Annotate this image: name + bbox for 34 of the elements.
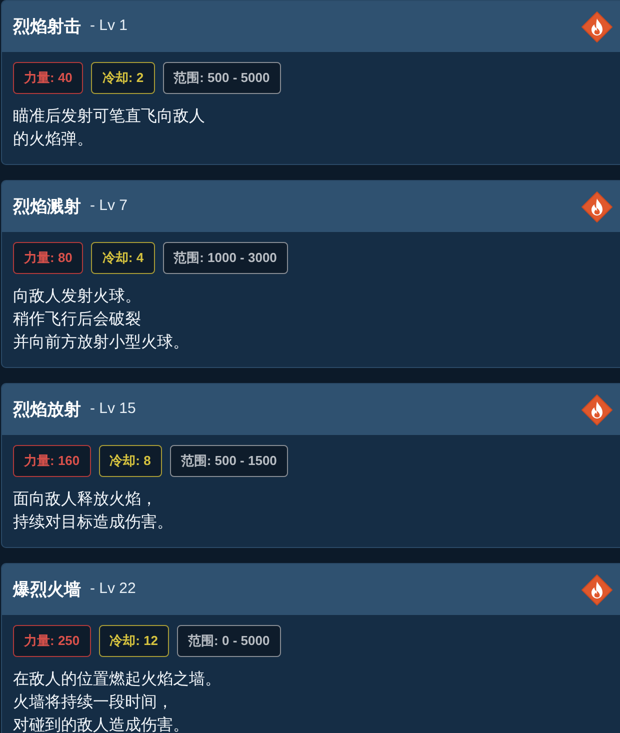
- skill-level: - Lv 22: [90, 579, 136, 600]
- skill-name: 烈焰放射: [13, 398, 81, 421]
- range-stat: 范围: 500 - 5000: [162, 62, 281, 94]
- cooldown-stat: 冷却: 12: [98, 625, 170, 657]
- power-stat: 力量: 160: [13, 445, 91, 477]
- description-line: 瞄准后发射可笔直飞向敌人: [13, 106, 205, 127]
- cooldown-stat: 冷却: 2: [91, 62, 155, 94]
- skill-level: - Lv 1: [90, 16, 128, 36]
- description-line: 对碰到的敌人造成伤害。: [13, 716, 189, 733]
- description-line: 在敌人的位置燃起火焰之墙。: [13, 670, 221, 690]
- flame-diamond-icon: [581, 10, 613, 42]
- description-line: 面向敌人释放火焰，: [13, 490, 157, 510]
- range-stat: 范围: 1000 - 3000: [162, 242, 288, 274]
- skill-name: 烈焰射击: [13, 16, 81, 38]
- range-stat: 范围: 0 - 5000: [177, 625, 281, 657]
- flame-diamond-icon: [581, 394, 613, 426]
- description-line: 火墙将持续一段时间，: [13, 692, 173, 713]
- cooldown-stat: 冷却: 8: [98, 445, 162, 477]
- power-stat: 力量: 80: [13, 242, 84, 274]
- description-line: 稍作飞行后会破裂: [13, 310, 141, 330]
- power-stat: 力量: 40: [13, 62, 84, 94]
- description-line: 并向前方放射小型火球。: [13, 332, 189, 353]
- skill-level: - Lv 15: [90, 399, 136, 420]
- skill-level: - Lv 7: [90, 196, 128, 216]
- cooldown-stat: 冷却: 4: [91, 242, 155, 274]
- description-line: 的火焰弹。: [13, 130, 93, 150]
- description-line: 持续对目标造成伤害。: [13, 512, 173, 533]
- skill-name: 爆烈火墙: [13, 578, 81, 601]
- description-line: 向敌人发射火球。: [13, 286, 141, 307]
- skill-name: 烈焰溅射: [13, 196, 81, 218]
- flame-diamond-icon: [581, 574, 613, 606]
- range-stat: 范围: 500 - 1500: [170, 445, 288, 477]
- flame-diamond-icon: [581, 190, 613, 222]
- power-stat: 力量: 250: [13, 625, 91, 657]
